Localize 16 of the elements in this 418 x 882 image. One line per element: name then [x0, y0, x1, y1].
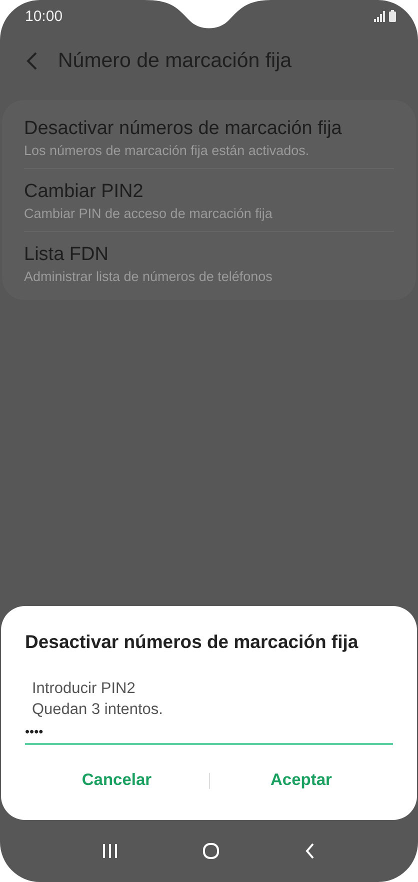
dialog-button[interactable]: Cancelar — [25, 767, 208, 794]
dialog-title: Desactivar números de marcación fija — [25, 631, 360, 653]
dialog-message: Quedan 3 intentos. — [32, 700, 164, 720]
home-icon[interactable] — [202, 843, 220, 859]
battery-icon — [389, 10, 396, 22]
settings-item[interactable]: Desactivar números de marcación fija Los números de marcación fija están activados. — [24, 106, 394, 169]
recent-apps-icon[interactable] — [102, 843, 118, 859]
settings-item[interactable]: Lista FDN Administrar lista de números de teléfonos — [24, 232, 394, 294]
pin-field[interactable]: •••• — [25, 720, 393, 745]
page-title: Número de marcación fija — [58, 49, 292, 73]
signal-icon — [374, 11, 386, 22]
back-icon[interactable] — [304, 843, 316, 859]
dialog-message: Introducir PIN2 — [32, 679, 136, 699]
status-time: 10:00 — [25, 8, 63, 24]
settings-item[interactable]: Cambiar PIN2 Cambiar PIN de acceso de marcación fija — [24, 169, 394, 232]
dialog-button[interactable]: Aceptar — [210, 767, 393, 794]
